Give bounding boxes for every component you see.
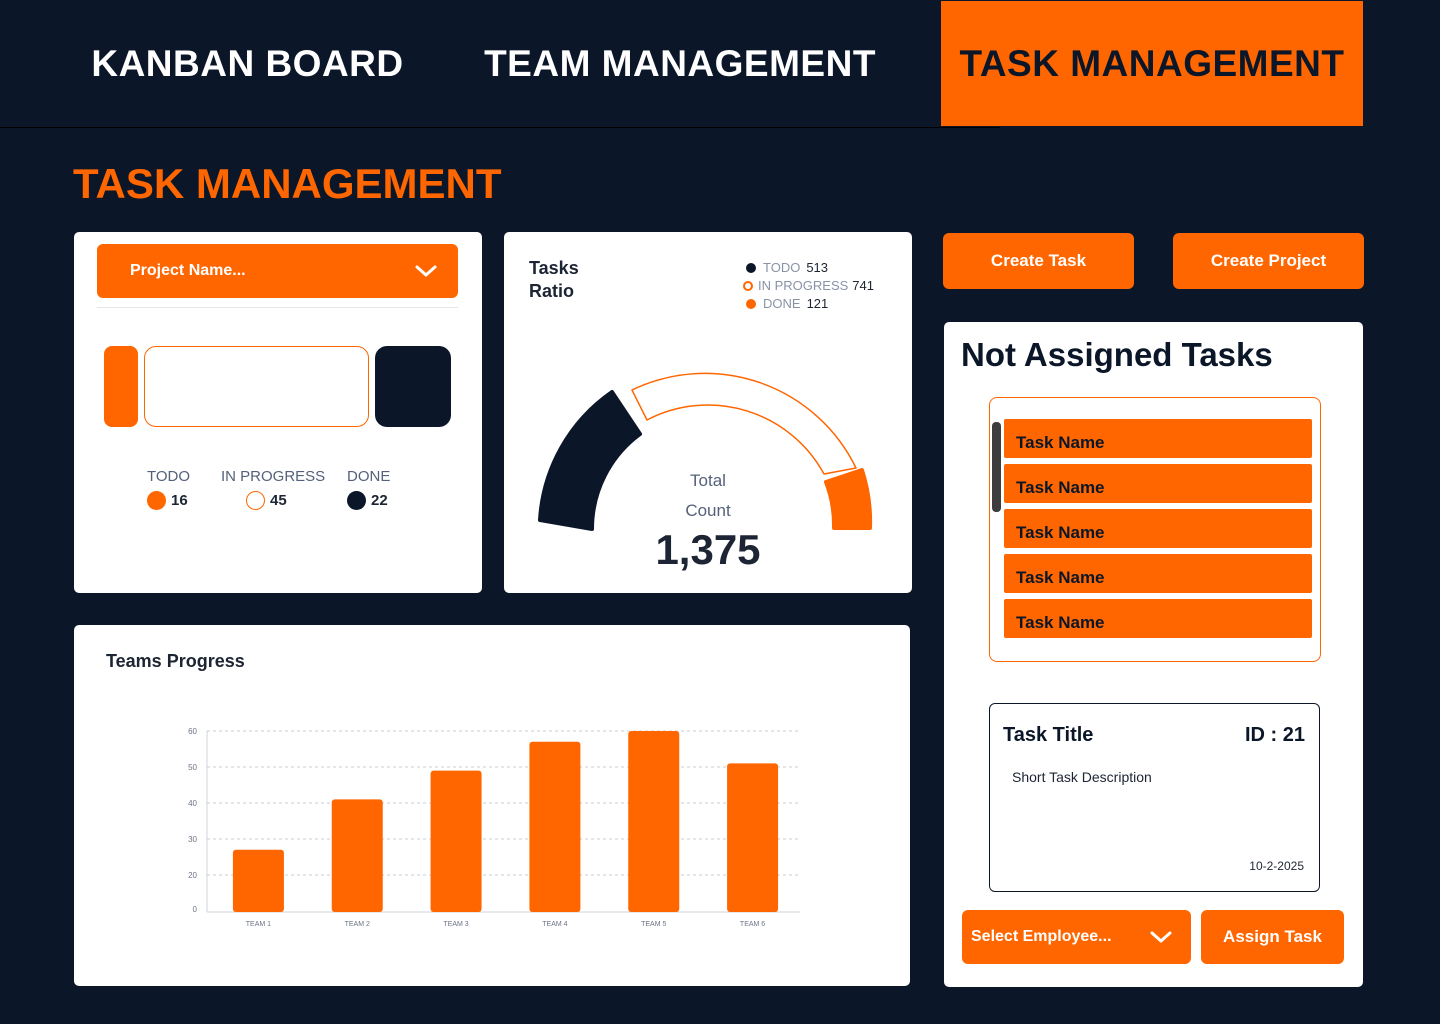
task-detail-date: 10-2-2025 [1249,859,1304,873]
project-select-dropdown[interactable]: Project Name... [97,244,458,298]
project-status-card: Project Name... TODO 16 IN PROGRESS 45 D… [74,232,482,593]
total-label-line2: Count [685,501,731,520]
legend-label: DONE [347,468,391,485]
bar-team-3 [430,770,482,912]
teams-progress-card: Teams Progress 60 50 40 30 20 0 TEAM 1 TEAM 2 TE… [74,625,910,986]
legend-label: TODO [147,468,191,485]
assign-task-button[interactable]: Assign Task [1201,910,1344,964]
task-list-item[interactable]: Task Name [1004,464,1312,503]
total-count-value: 1,375 [655,526,761,573]
create-project-button[interactable]: Create Project [1173,233,1364,289]
project-select-label: Project Name... [130,262,246,279]
divider [97,307,458,308]
tab-team-management[interactable]: TEAM MANAGEMENT [470,0,890,127]
y-tick-label: 40 [188,799,197,808]
outline-dot-icon [246,491,265,510]
x-tick-label: TEAM 5 [641,921,666,928]
bar-team-2 [331,799,383,912]
bar-team-1 [232,849,284,912]
select-employee-label: Select Employee... [971,928,1112,945]
x-tick-label: TEAM 2 [345,921,370,928]
y-tick-label: 50 [188,763,197,772]
task-detail-description: Short Task Description [1012,769,1152,785]
y-tick-label: 0 [193,905,198,914]
in-progress-segment [144,346,369,427]
page-title: TASK MANAGEMENT [73,160,502,207]
x-tick-label: TEAM 3 [443,921,468,928]
legend-in-progress: IN PROGRESS 45 [221,468,325,510]
task-list-item[interactable]: Task Name [1004,599,1312,638]
not-assigned-title: Not Assigned Tasks [961,336,1273,373]
task-detail-id: ID : 21 [1244,724,1305,746]
tab-task-management[interactable]: TASK MANAGEMENT [941,1,1363,126]
task-list-item[interactable]: Task Name [1004,554,1312,593]
todo-segment [104,346,138,427]
task-list-scrollbar[interactable] [992,422,1001,512]
x-tick-label: TEAM 4 [542,921,567,928]
done-segment [375,346,451,427]
tasks-ratio-card: Tasks Ratio TODO 513 IN PROGRESS 741 DON… [504,232,912,593]
y-tick-label: 20 [188,871,197,880]
teams-bar-chart: 60 50 40 30 20 0 TEAM 1 TEAM 2 TEAM 3 TEAM 4 TEAM … [188,727,800,928]
y-tick-label: 30 [188,835,197,844]
legend-value: 22 [371,492,388,509]
legend-done: DONE 22 [347,468,390,510]
select-employee-dropdown[interactable]: Select Employee... [962,910,1191,964]
bar-team-4 [529,741,581,912]
total-label-line1: Total [690,471,726,490]
x-tick-label: TEAM 1 [246,921,271,928]
navy-dot-icon [347,491,366,510]
orange-dot-icon [147,491,166,510]
legend-value: 16 [171,492,188,509]
task-detail-card: Task Title ID : 21 Short Task Descriptio… [989,703,1320,892]
bar-team-6 [727,763,779,912]
unassigned-task-list: Task Name Task Name Task Name Task Name … [989,397,1321,662]
chevron-down-icon [414,260,438,287]
y-tick-label: 60 [188,727,197,736]
tab-kanban-board[interactable]: KANBAN BOARD [80,0,415,127]
task-list-item[interactable]: Task Name [1004,509,1312,548]
create-task-button[interactable]: Create Task [943,233,1134,289]
gauge-in-progress-arc [631,372,857,475]
total-count-label: Total Count [504,466,912,526]
chevron-down-icon [1149,926,1173,953]
legend-label: IN PROGRESS [221,468,326,485]
legend-value: 45 [270,492,287,509]
bar-team-5 [628,731,680,912]
x-tick-label: TEAM 6 [740,921,765,928]
task-list-item[interactable]: Task Name [1004,419,1312,458]
legend-todo: TODO 16 [147,468,190,510]
task-detail-title: Task Title [1003,724,1094,746]
not-assigned-tasks-card: Not Assigned Tasks Task Name Task Name T… [944,322,1363,987]
nav-divider [0,127,1000,128]
